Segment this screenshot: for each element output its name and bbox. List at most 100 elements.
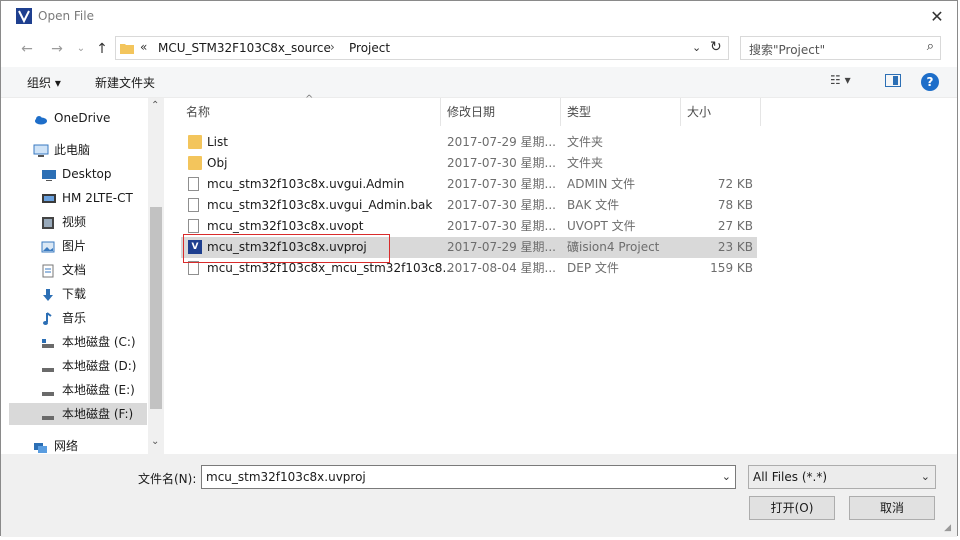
column-header-size[interactable]: 大小 [687,98,711,126]
music-icon [41,311,55,325]
sidebar-item-label: 本地磁盘 (C:) [62,335,136,349]
address-dropdown-icon[interactable]: ⌄ [692,41,701,54]
chevron-down-icon[interactable]: ⌄ [722,470,731,483]
chevron-down-icon[interactable]: ⌄ [921,470,930,483]
organize-button[interactable]: 组织 ▾ [27,74,61,91]
document-icon [41,263,55,278]
back-arrow-icon[interactable]: ← [17,39,37,59]
file-type: BAK 文件 [567,198,620,212]
filetype-value: All Files (*.*) [753,470,828,484]
download-icon [41,287,55,301]
file-name: mcu_stm32f103c8x.uvgui_Admin.bak [207,198,433,212]
file-type: 礦ision4 Project [567,240,660,254]
sidebar-scrollbar[interactable]: ⌃ ⌄ [148,98,164,454]
sidebar-item-music[interactable]: 音乐 [1,307,147,329]
new-folder-button[interactable]: 新建文件夹 [95,74,155,91]
breadcrumb-separator-icon[interactable]: › [330,40,335,54]
forward-arrow-icon[interactable]: → [47,39,67,59]
column-header-date[interactable]: 修改日期 [447,98,495,126]
sidebar-item-onedrive[interactable]: OneDrive [1,107,147,129]
file-date: 2017-08-04 星期... [447,261,556,275]
sidebar-item-drive-f[interactable]: 本地磁盘 (F:) [9,403,147,425]
scrollbar-thumb[interactable] [150,207,162,409]
recent-locations-icon[interactable]: ⌄ [71,39,91,59]
sidebar-item-label: Desktop [62,167,112,181]
search-placeholder: 搜索"Project" [749,43,826,57]
resize-grip-icon[interactable]: ◢ [944,523,951,533]
search-input[interactable]: 搜索"Project" ⌕ [740,36,941,60]
file-row-uvgui-admin[interactable]: mcu_stm32f103c8x.uvgui.Admin 2017-07-30 … [181,174,757,195]
column-divider[interactable] [560,98,561,126]
sidebar-item-label: HM 2LTE-CT [62,191,133,205]
file-date: 2017-07-30 星期... [447,156,556,170]
file-name: mcu_stm32f103c8x.uvgui.Admin [207,177,405,191]
breadcrumb-project[interactable]: Project [349,41,390,55]
preview-pane-icon[interactable] [885,74,901,87]
close-icon[interactable]: ✕ [927,7,947,27]
sidebar-item-label: 图片 [62,239,87,253]
sidebar-item-this-pc[interactable]: 此电脑 [1,139,147,161]
column-header-name[interactable]: 名称 [186,98,210,126]
sidebar-item-desktop[interactable]: Desktop [1,163,147,185]
sidebar-item-label: 视频 [62,215,87,229]
video-icon [41,215,55,229]
sidebar-item-drive-e[interactable]: 本地磁盘 (E:) [1,379,147,401]
file-size: 78 KB [717,198,753,212]
column-divider[interactable] [760,98,761,126]
refresh-icon[interactable]: ↻ [710,39,722,55]
column-header-type[interactable]: 类型 [567,98,591,126]
scroll-up-icon[interactable]: ⌃ [151,100,159,111]
view-options-icon[interactable]: ☷ ▾ [830,73,851,87]
filename-field[interactable]: mcu_stm32f103c8x.uvproj ⌄ [201,465,736,489]
highlight-box [183,234,390,263]
scroll-down-icon[interactable]: ⌄ [151,436,159,447]
filetype-select[interactable]: All Files (*.*) ⌄ [748,465,936,489]
folder-icon [120,41,134,55]
sidebar-item-downloads[interactable]: 下载 [1,283,147,305]
drive-icon [41,383,55,397]
device-icon [41,191,56,205]
file-name: List [207,135,228,149]
file-icon [188,198,199,212]
file-date: 2017-07-30 星期... [447,177,556,191]
sidebar-item-label: 本地磁盘 (E:) [62,383,135,397]
address-overflow-chevron[interactable]: « [140,40,147,54]
file-row-list[interactable]: List 2017-07-29 星期... 文件夹 [181,132,757,153]
sidebar-item-documents[interactable]: 文档 [1,259,147,281]
sidebar-item-drive-c[interactable]: 本地磁盘 (C:) [1,331,147,353]
open-button[interactable]: 打开(O) [749,496,835,520]
sidebar-item-videos[interactable]: 视频 [1,211,147,233]
file-type: 文件夹 [567,135,604,149]
sidebar-item-label: OneDrive [54,111,111,125]
cloud-icon [33,111,47,125]
sidebar-item-drive-d[interactable]: 本地磁盘 (D:) [1,355,147,377]
open-file-dialog: Open File ✕ ← → ⌄ ↑ « MCU_STM32F103C8x_s… [0,0,958,537]
address-bar[interactable]: « MCU_STM32F103C8x_source › Project ⌄ ↻ [115,36,729,60]
help-icon[interactable]: ? [921,73,939,91]
file-row-uvgui-bak[interactable]: mcu_stm32f103c8x.uvgui_Admin.bak 2017-07… [181,195,757,216]
column-divider[interactable] [680,98,681,126]
file-name: Obj [207,156,228,170]
sort-ascending-icon: ^ [305,94,314,105]
cancel-button[interactable]: 取消 [849,496,935,520]
file-size: 27 KB [717,219,753,233]
sidebar-item-phone[interactable]: HM 2LTE-CT [1,187,147,209]
computer-icon [33,143,49,157]
file-size: 23 KB [717,240,753,254]
file-type: 文件夹 [567,156,604,170]
sidebar-item-label: 本地磁盘 (D:) [62,359,137,373]
breadcrumb-source[interactable]: MCU_STM32F103C8x_source [158,41,331,55]
network-icon [33,439,47,453]
desktop-icon [41,167,56,181]
file-icon [188,261,199,275]
window-title: Open File [38,9,94,23]
sidebar-item-pictures[interactable]: 图片 [1,235,147,257]
file-type: DEP 文件 [567,261,619,275]
sidebar-item-label: 本地磁盘 (F:) [62,407,134,421]
file-date: 2017-07-30 星期... [447,198,556,212]
column-divider[interactable] [440,98,441,126]
file-row-obj[interactable]: Obj 2017-07-30 星期... 文件夹 [181,153,757,174]
search-icon[interactable]: ⌕ [927,39,934,54]
up-arrow-icon[interactable]: ↑ [92,39,112,59]
drive-icon [41,407,55,421]
